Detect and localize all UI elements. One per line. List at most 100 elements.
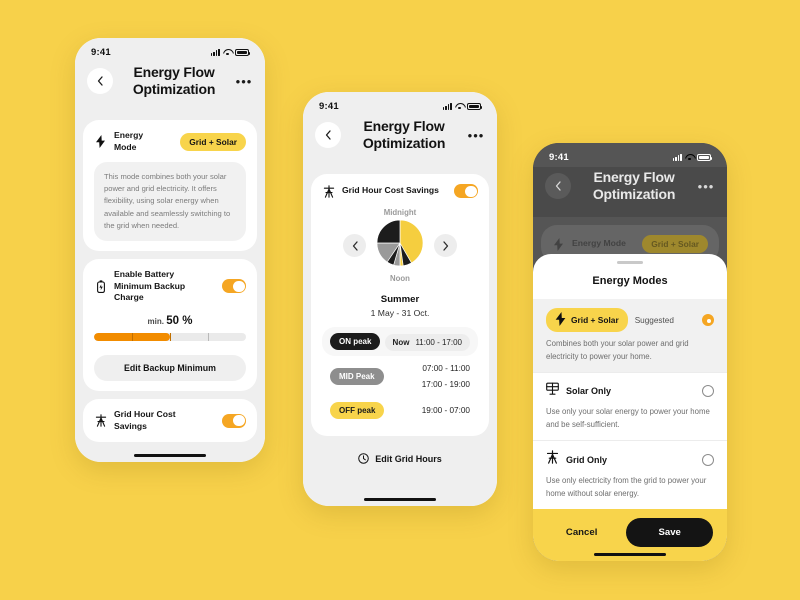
- option-suggested-label: Suggested: [634, 315, 674, 325]
- cellular-signal-icon: [442, 102, 452, 110]
- battery-backup-label: Enable Battery Minimum Backup Charge: [114, 269, 186, 303]
- status-time: 9:41: [91, 46, 111, 58]
- option-radio[interactable]: [702, 385, 714, 398]
- edit-backup-minimum-button[interactable]: Edit Backup Minimum: [94, 355, 246, 382]
- more-options-button[interactable]: •••: [467, 128, 485, 143]
- phone-mockup-1: 9:41 Energy Flow Optimization ••• Energy…: [75, 38, 265, 462]
- grid-savings-toggle[interactable]: [222, 413, 246, 428]
- save-button[interactable]: Save: [626, 518, 713, 547]
- page-title: Energy Flow Optimization: [362, 118, 446, 152]
- time-range: 07:00 - 11:00: [422, 364, 470, 374]
- app-header: Energy Flow Optimization •••: [533, 167, 727, 218]
- solar-panel-icon: [546, 382, 559, 400]
- status-time: 9:41: [549, 151, 569, 163]
- canvas: 9:41 Energy Flow Optimization ••• Energy…: [0, 0, 800, 600]
- status-icons: [672, 153, 713, 161]
- energy-mode-value-badge[interactable]: Grid + Solar: [180, 132, 246, 151]
- energy-mode-row[interactable]: Energy Mode Grid + Solar: [94, 130, 246, 153]
- peak-bands-list: ON peak Now 11:00 - 17:00 MID Peak 07:00 - 1…: [322, 327, 478, 424]
- option-radio[interactable]: [702, 314, 714, 327]
- bolt-icon: [552, 237, 565, 251]
- home-indicator: [134, 454, 206, 457]
- option-header: Grid + Solar Suggested: [546, 308, 714, 333]
- peak-band-tag: OFF peak: [330, 402, 385, 420]
- battery-icon: [94, 280, 107, 293]
- grid-savings-card: Grid Hour Cost Savings: [83, 399, 257, 443]
- back-button[interactable]: [315, 122, 341, 149]
- previous-season-button[interactable]: [343, 234, 366, 258]
- pie-chart-svg: [376, 219, 424, 267]
- status-bar: 9:41: [533, 143, 727, 167]
- back-button[interactable]: [87, 68, 113, 95]
- option-description: Use only your solar energy to power your…: [546, 407, 710, 429]
- bolt-icon: [555, 312, 566, 328]
- cancel-button[interactable]: Cancel: [547, 527, 616, 538]
- grid-savings-row: Grid Hour Cost Savings: [94, 409, 246, 432]
- grid-savings-row: Grid Hour Cost Savings: [322, 184, 478, 199]
- page-title: Energy Flow Optimization: [592, 169, 676, 203]
- energy-mode-options: Grid + Solar Suggested Combines both your …: [533, 299, 727, 509]
- back-button[interactable]: [545, 173, 571, 200]
- clock-icon: [358, 453, 370, 465]
- battery-icon: [467, 102, 483, 110]
- peak-band-row[interactable]: OFF peak 19:00 - 07:00: [322, 397, 478, 424]
- slider-tick-75: [208, 333, 209, 342]
- slider-tick-50: [170, 333, 171, 342]
- peak-band-row[interactable]: ON peak Now 11:00 - 17:00: [322, 327, 478, 357]
- peak-band-tag: ON peak: [330, 333, 381, 351]
- peak-band-times: 07:00 - 11:00 17:00 - 19:00: [422, 361, 470, 392]
- cellular-signal-icon: [672, 153, 682, 161]
- grid-hours-card: Grid Hour Cost Savings Midnight Noon Sum…: [311, 174, 489, 437]
- more-options-button[interactable]: •••: [235, 74, 253, 89]
- peak-band-times: 19:00 - 07:00: [422, 403, 470, 419]
- wifi-icon: [455, 103, 464, 110]
- status-icons: [210, 48, 251, 56]
- peak-band-row[interactable]: MID Peak 07:00 - 11:00 17:00 - 19:00: [322, 356, 478, 397]
- option-description: Combines both your solar power and grid …: [546, 339, 689, 361]
- grid-savings-label: Grid Hour Cost Savings: [342, 185, 439, 196]
- energy-mode-option[interactable]: Grid Only Use only electricity from the g…: [533, 440, 727, 509]
- edit-grid-hours-button[interactable]: Edit Grid Hours: [311, 445, 489, 473]
- battery-backup-row: Enable Battery Minimum Backup Charge: [94, 269, 246, 303]
- pie-slice-on-peak: [376, 219, 401, 244]
- app-header: Energy Flow Optimization •••: [303, 116, 497, 167]
- peak-band-times: Now 11:00 - 17:00: [384, 332, 470, 352]
- slider-tick-25: [132, 333, 133, 342]
- wifi-icon: [223, 49, 232, 56]
- wifi-icon: [685, 154, 694, 161]
- time-range: 19:00 - 07:00: [421, 406, 470, 416]
- season-name: Summer: [380, 294, 420, 306]
- phone1-screen: 9:41 Energy Flow Optimization ••• Energy…: [75, 38, 265, 462]
- grid-savings-toggle[interactable]: [454, 184, 478, 199]
- pylon-icon: [546, 450, 559, 469]
- now-time-range: 11:00 - 17:00: [415, 338, 462, 348]
- bolt-icon: [94, 135, 107, 148]
- season-range: 1 May - 31 Oct.: [370, 308, 430, 319]
- cellular-signal-icon: [210, 48, 220, 56]
- home-indicator-wrap: [75, 454, 265, 457]
- energy-mode-card: Energy Mode Grid + Solar This mode combi…: [83, 120, 257, 252]
- phone-mockup-3: 9:41 Energy Flow Optimization ••• Energy…: [533, 143, 727, 561]
- home-indicator: [364, 498, 436, 501]
- chart-top-label: Midnight: [383, 208, 417, 218]
- energy-mode-option[interactable]: Solar Only Use only your solar energy to …: [533, 372, 727, 440]
- grid-hours-pie-chart: Midnight Noon: [376, 206, 424, 285]
- chevron-left-icon: [555, 181, 561, 191]
- chevron-left-icon: [352, 241, 358, 251]
- chart-bottom-label: Noon: [390, 274, 410, 284]
- option-name: Solar Only: [566, 386, 612, 397]
- edit-grid-hours-label: Edit Grid Hours: [375, 453, 442, 464]
- next-season-button[interactable]: [434, 234, 457, 258]
- backup-minimum-slider[interactable]: [94, 333, 246, 342]
- home-indicator-wrap: [533, 553, 727, 556]
- energy-mode-option[interactable]: Grid + Solar Suggested Combines both your …: [533, 299, 727, 373]
- page-title: Energy Flow Optimization: [132, 64, 216, 98]
- option-description: Use only electricity from the grid to po…: [546, 476, 707, 498]
- battery-icon: [235, 48, 251, 56]
- more-options-button[interactable]: •••: [697, 179, 715, 194]
- battery-backup-toggle[interactable]: [222, 279, 246, 294]
- dimmed-energy-mode-label: Energy Mode: [572, 238, 626, 249]
- minimum-value: 50 %: [166, 315, 193, 328]
- option-radio[interactable]: [702, 453, 714, 466]
- now-label: Now: [392, 338, 410, 348]
